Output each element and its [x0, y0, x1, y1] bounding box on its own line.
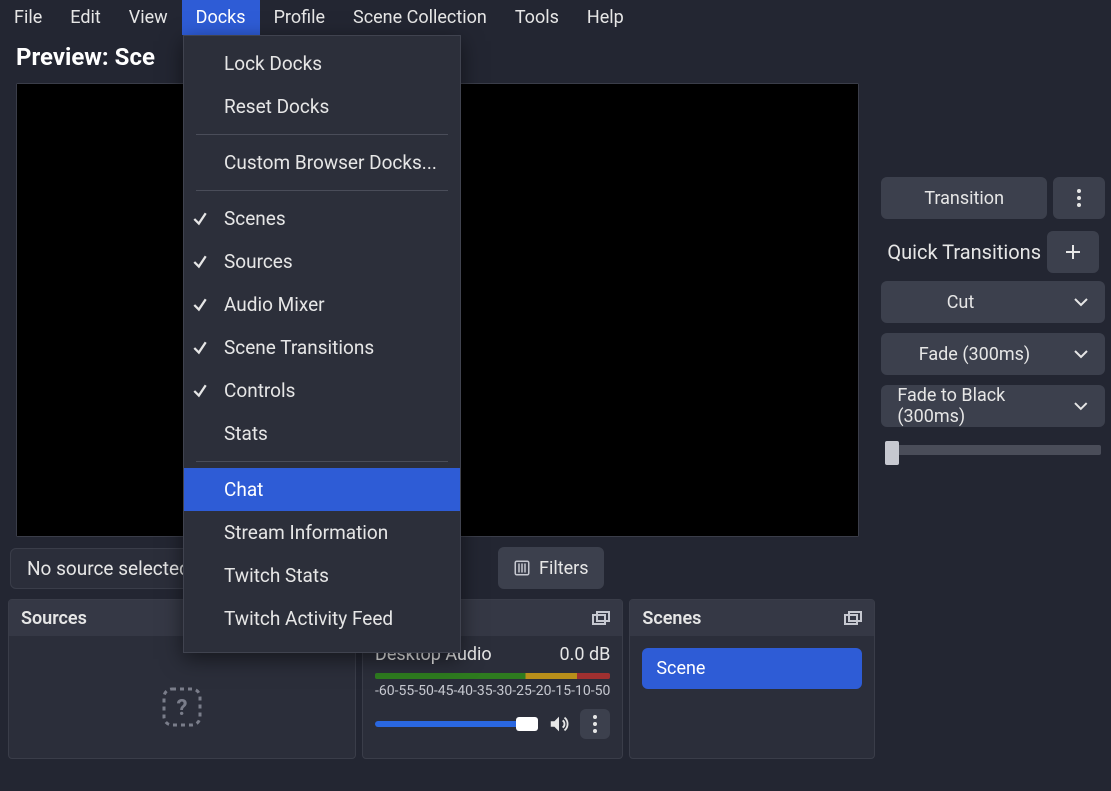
transition-menu-button[interactable] — [1053, 177, 1105, 219]
help-icon: ? — [160, 685, 204, 729]
transition-slider[interactable] — [885, 445, 1101, 455]
dock-popout-icon[interactable] — [592, 611, 610, 625]
speaker-icon[interactable] — [548, 713, 570, 735]
audio-ticks: -60 -55 -50 -45 -40 -35 -30 -25 -20 -15 … — [375, 683, 610, 699]
audio-track-menu[interactable] — [580, 709, 610, 739]
tick: -50 — [414, 683, 434, 699]
quick-transition-label: Fade to Black (300ms) — [897, 385, 1073, 427]
dd-custom-browser-docks[interactable]: Custom Browser Docks... — [184, 141, 460, 184]
tick: -15 — [551, 683, 571, 699]
dd-label: Controls — [224, 379, 295, 402]
dd-twitch-activity-feed[interactable]: Twitch Activity Feed — [184, 597, 460, 640]
dd-reset-docks[interactable]: Reset Docks — [184, 85, 460, 128]
quick-transition-item[interactable]: Cut — [881, 281, 1105, 323]
quick-transition-item[interactable]: Fade (300ms) — [881, 333, 1105, 375]
tick: -10 — [571, 683, 591, 699]
dd-separator — [196, 134, 448, 135]
menu-file[interactable]: File — [0, 0, 56, 35]
dd-chat[interactable]: Chat — [184, 468, 460, 511]
chevron-down-icon — [1073, 401, 1089, 411]
dd-scenes[interactable]: Scenes — [184, 197, 460, 240]
dd-stream-information[interactable]: Stream Information — [184, 511, 460, 554]
check-icon — [192, 211, 208, 227]
vertical-dots-icon — [1077, 189, 1081, 207]
dd-audio-mixer[interactable]: Audio Mixer — [184, 283, 460, 326]
volume-slider[interactable] — [375, 721, 538, 727]
dd-stats[interactable]: Stats — [184, 412, 460, 455]
quick-transition-label: Fade (300ms) — [919, 344, 1030, 365]
plus-icon — [1064, 243, 1082, 261]
sources-dock-title: Sources — [21, 608, 87, 629]
dd-lock-docks[interactable]: Lock Docks — [184, 42, 460, 85]
dd-twitch-stats[interactable]: Twitch Stats — [184, 554, 460, 597]
tick: -25 — [512, 683, 532, 699]
tick: -45 — [434, 683, 454, 699]
audio-meter — [375, 673, 610, 679]
menu-docks[interactable]: Docks — [182, 0, 260, 35]
menu-edit[interactable]: Edit — [56, 0, 114, 35]
tick: -40 — [453, 683, 473, 699]
dd-label: Scenes — [224, 207, 286, 230]
tick: -35 — [473, 683, 493, 699]
menubar: File Edit View Docks Profile Scene Colle… — [0, 0, 1111, 35]
menu-profile[interactable]: Profile — [260, 0, 339, 35]
filters-icon — [513, 559, 531, 577]
transition-button[interactable]: Transition — [881, 177, 1047, 219]
tick: 0 — [602, 683, 610, 699]
filters-button[interactable]: Filters — [498, 547, 604, 589]
tick: -20 — [532, 683, 552, 699]
dd-controls[interactable]: Controls — [184, 369, 460, 412]
quick-transition-label: Cut — [947, 292, 975, 313]
dd-separator — [196, 190, 448, 191]
volume-thumb[interactable] — [516, 717, 538, 731]
filters-label: Filters — [539, 558, 589, 579]
vertical-dots-icon — [593, 715, 597, 733]
add-quick-transition-button[interactable] — [1047, 231, 1099, 273]
dock-popout-icon[interactable] — [844, 611, 862, 625]
quick-transitions-label: Quick Transitions — [887, 240, 1041, 264]
menu-view[interactable]: View — [115, 0, 182, 35]
check-icon — [192, 297, 208, 313]
scenes-dock: Scenes Scene — [629, 599, 875, 759]
check-icon — [192, 340, 208, 356]
docks-dropdown: Lock Docks Reset Docks Custom Browser Do… — [183, 35, 461, 653]
dd-label: Audio Mixer — [224, 293, 325, 316]
scenes-dock-header[interactable]: Scenes — [630, 600, 874, 636]
scenes-title: Scenes — [642, 608, 701, 629]
transition-slider-thumb[interactable] — [885, 441, 899, 465]
tick: -55 — [395, 683, 415, 699]
quick-transition-item[interactable]: Fade to Black (300ms) — [881, 385, 1105, 427]
audio-db-value: 0.0 dB — [560, 644, 611, 665]
dd-separator — [196, 461, 448, 462]
tick: -5 — [591, 683, 603, 699]
tick: -30 — [493, 683, 513, 699]
svg-text:?: ? — [177, 696, 188, 721]
dd-label: Scene Transitions — [224, 336, 374, 359]
dd-label: Sources — [224, 250, 293, 273]
chevron-down-icon — [1073, 349, 1089, 359]
dd-sources[interactable]: Sources — [184, 240, 460, 283]
tick: -60 — [375, 683, 395, 699]
check-icon — [192, 254, 208, 270]
menu-help[interactable]: Help — [573, 0, 638, 35]
menu-scene-collection[interactable]: Scene Collection — [339, 0, 501, 35]
dd-scene-transitions[interactable]: Scene Transitions — [184, 326, 460, 369]
menu-tools[interactable]: Tools — [501, 0, 573, 35]
chevron-down-icon — [1073, 297, 1089, 307]
scene-item[interactable]: Scene — [642, 648, 862, 689]
check-icon — [192, 383, 208, 399]
preview-title: Preview: Sce — [0, 35, 1111, 77]
